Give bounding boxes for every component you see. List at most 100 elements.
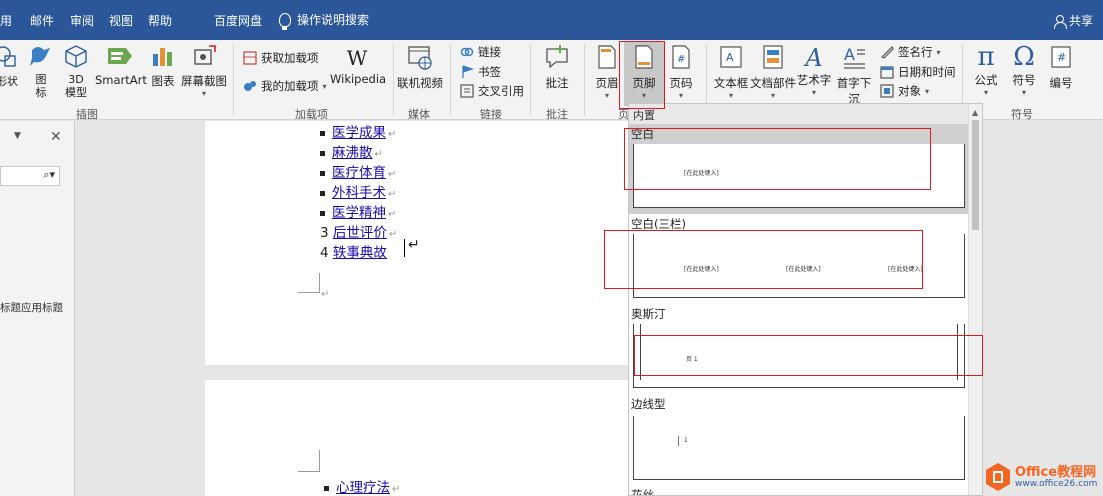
svg-text:#: # xyxy=(1057,51,1066,64)
footer-style-blank-three-column[interactable]: [在此处键入] [在此处键入] [在此处键入] xyxy=(633,234,965,298)
nav-heading-hint: 标题应用标题 xyxy=(0,302,63,314)
wordart-label: 艺术字 xyxy=(796,73,832,87)
online-video-icon xyxy=(408,46,432,70)
tab-truncated[interactable]: 用 xyxy=(0,12,12,29)
tab-help[interactable]: 帮助 xyxy=(148,12,172,29)
tab-view[interactable]: 视图 xyxy=(109,12,133,29)
smartart-button[interactable]: SmartArt xyxy=(95,44,147,87)
footer-gallery-dropdown[interactable]: 内置 空白 [在此处键入] 空白(三栏) [在此处键入] [在此处键入] [在此… xyxy=(628,103,983,496)
calendar-icon xyxy=(880,66,894,79)
footer-style-austin[interactable]: 页 1 xyxy=(633,324,965,388)
get-addins-button[interactable]: 获取加载项 xyxy=(243,50,319,66)
symbol-button[interactable]: Ω 符号 ▾ xyxy=(1006,42,1042,97)
footer-style-name: 空白(三栏) xyxy=(631,217,686,231)
object-button[interactable]: 对象 ▾ xyxy=(880,83,929,99)
group-symbols: 符号 xyxy=(1011,108,1033,121)
logo-url-text: www.office26.com xyxy=(1015,479,1098,489)
bullet-icon xyxy=(320,210,325,216)
search-icon[interactable]: ⌕▾ xyxy=(43,168,55,182)
toc-link[interactable]: 医疗体育 xyxy=(332,165,386,181)
placeholder-text: [在此处键入] xyxy=(786,266,821,273)
list-item: 医学精神 ↵ xyxy=(320,201,396,221)
footer-label: 页脚 xyxy=(632,76,656,90)
document-page[interactable]: 医学成果 ↵ 麻沸散 ↵ 医疗体育 ↵ 外科手术 ↵ 医学精神 ↵ 3 后世评价 ↵ 4 轶… xyxy=(205,121,628,365)
toc-link[interactable]: 麻沸散 xyxy=(332,145,373,161)
numbering-label: 编号 xyxy=(1049,76,1073,90)
header-button[interactable]: 页眉 ▾ xyxy=(592,44,622,100)
toc-link[interactable]: 后世评价 xyxy=(333,225,387,241)
online-video-button[interactable]: 联机视频 xyxy=(397,44,443,91)
object-label: 对象 xyxy=(898,84,921,98)
paragraph-mark-icon: ↵ xyxy=(374,149,383,160)
footer-button[interactable]: 页脚 ▾ xyxy=(624,42,664,106)
document-area[interactable]: 医学成果 ↵ 麻沸散 ↵ 医疗体育 ↵ 外科手术 ↵ 医学精神 ↵ 3 后世评价 ↵ 4 轶… xyxy=(75,121,628,496)
border-line xyxy=(640,324,641,380)
group-illustrations: 插图 xyxy=(76,108,98,121)
page-number-button[interactable]: # 页码 ▾ xyxy=(666,44,696,100)
toc-link[interactable]: 医学成果 xyxy=(332,125,386,141)
toc-link[interactable]: 外科手术 xyxy=(332,185,386,201)
nav-search-input[interactable]: ⌕▾ xyxy=(0,166,60,186)
group-media: 媒体 xyxy=(408,108,430,121)
textbox-button[interactable]: A 文本框 ▾ xyxy=(713,44,749,100)
chevron-down-icon: ▾ xyxy=(983,88,988,97)
signature-line-button[interactable]: 签名行 ▾ xyxy=(880,44,941,60)
drop-cap-icon: A xyxy=(844,45,865,69)
quick-parts-button[interactable]: 文档部件 ▾ xyxy=(750,44,796,100)
shapes-button[interactable]: 形状 xyxy=(0,44,18,89)
footer-style-blank[interactable]: [在此处键入] xyxy=(633,144,965,208)
tab-mailings[interactable]: 邮件 xyxy=(30,12,54,29)
crossref-icon xyxy=(460,84,474,98)
item-number: 4 xyxy=(320,245,329,261)
tell-me-search[interactable]: 操作说明搜索 xyxy=(279,11,369,30)
wikipedia-icon: W xyxy=(346,46,368,70)
cube-icon xyxy=(65,45,87,68)
close-icon[interactable]: ✕ xyxy=(50,129,62,145)
signature-line-label: 签名行 xyxy=(898,45,933,59)
toc-link[interactable]: 轶事典故 xyxy=(333,245,387,261)
page-number-label: 页码 xyxy=(669,76,693,90)
wordart-icon: A xyxy=(805,44,823,72)
wikipedia-label: Wikipedia xyxy=(330,72,387,86)
link-label: 链接 xyxy=(478,45,501,59)
toc-link[interactable]: 心理疗法 xyxy=(336,480,390,496)
toc-link[interactable]: 医学精神 xyxy=(332,205,386,221)
pane-options-icon[interactable]: ▼ xyxy=(14,131,21,141)
sideline-mark xyxy=(678,436,679,446)
list-item: 心理疗法 ↵ xyxy=(324,476,400,496)
smartart-label: SmartArt xyxy=(95,73,147,87)
wikipedia-button[interactable]: W Wikipedia xyxy=(330,46,387,86)
bookmark-flag-icon xyxy=(462,65,474,78)
icons-button[interactable]: 图标 xyxy=(28,44,54,99)
3d-models-button[interactable]: 3D 模型 xyxy=(60,44,92,99)
screenshot-button[interactable]: 屏幕截图 ▾ xyxy=(180,44,228,98)
group-addins: 加载项 xyxy=(295,108,328,121)
footer-style-sideline[interactable]: 1 xyxy=(633,416,965,480)
numbering-button[interactable]: # 编号 xyxy=(1044,44,1078,91)
textbox-label: 文本框 xyxy=(713,76,749,90)
wordart-button[interactable]: A 艺术字 ▾ xyxy=(796,44,832,97)
scroll-up-icon[interactable]: ▲ xyxy=(972,108,978,117)
comment-button[interactable]: 批注 xyxy=(538,44,576,91)
scrollbar-thumb[interactable] xyxy=(972,120,979,230)
signature-pen-icon xyxy=(880,45,894,59)
my-addins-button[interactable]: 我的加载项 ▾ xyxy=(243,78,327,94)
office26-logo: Office教程网 www.office26.com xyxy=(985,458,1103,496)
gallery-scrollbar[interactable]: ▲ xyxy=(968,104,982,495)
numbering-icon: # xyxy=(1051,46,1071,68)
divider xyxy=(393,44,394,116)
link-button[interactable]: 链接 xyxy=(460,44,501,60)
divider xyxy=(584,44,585,116)
bookmark-button[interactable]: 书签 xyxy=(460,64,501,80)
share-button[interactable]: 共享 xyxy=(1053,12,1093,29)
chart-button[interactable]: 图表 xyxy=(148,44,178,89)
textbox-icon: A xyxy=(720,46,742,68)
tab-baidu-netdisk[interactable]: 百度网盘 xyxy=(214,12,262,29)
chevron-down-icon: ▾ xyxy=(322,81,327,91)
date-time-button[interactable]: 日期和时间 xyxy=(880,64,956,80)
tab-review[interactable]: 审阅 xyxy=(70,12,94,29)
document-page[interactable]: 心理疗法 ↵ xyxy=(205,380,628,496)
crossref-button[interactable]: 交叉引用 xyxy=(460,83,524,99)
chevron-down-icon: ▾ xyxy=(604,91,609,100)
equation-button[interactable]: π 公式 ▾ xyxy=(968,42,1004,97)
